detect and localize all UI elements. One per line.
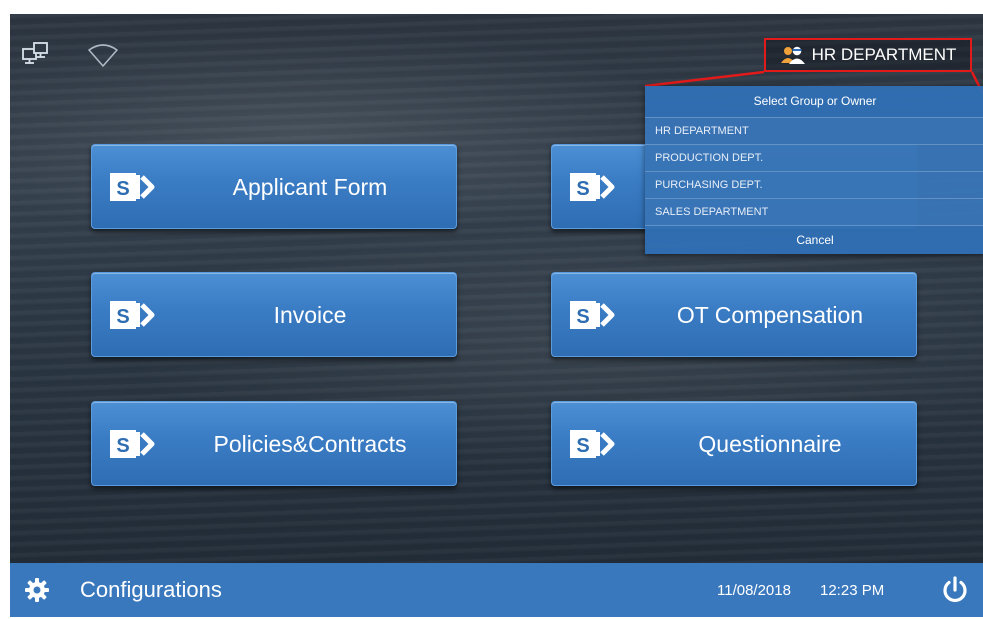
dropdown-item-purchasing-dept[interactable]: PURCHASING DEPT. — [645, 172, 983, 199]
tile-label: Policies&Contracts — [213, 431, 407, 457]
tile-policies-contracts[interactable]: S Policies&Contracts — [91, 401, 457, 486]
tile-invoice[interactable]: S Invoice — [91, 272, 457, 357]
tile-label: Invoice — [273, 302, 347, 328]
sharepoint-icon: S — [106, 424, 164, 464]
dropdown-item-hr-department[interactable]: HR DEPARTMENT — [645, 118, 983, 145]
group-selector-button[interactable]: HR DEPARTMENT — [764, 38, 972, 72]
sharepoint-icon: S — [106, 167, 164, 207]
group-owner-dropdown: Select Group or Owner HR DEPARTMENT PROD… — [645, 86, 983, 254]
group-selector-label: HR DEPARTMENT — [811, 45, 957, 64]
svg-text:S: S — [116, 435, 129, 457]
svg-text:S: S — [116, 178, 129, 200]
status-date: 11/08/2018 — [717, 582, 791, 599]
desktop-background: HR DEPARTMENT S Applicant Form S S Invoi… — [10, 14, 983, 617]
dropdown-cancel-button[interactable]: Cancel — [645, 226, 983, 254]
bottom-status-bar: Configurations 11/08/2018 12:23 PM — [10, 563, 983, 617]
tile-applicant-form[interactable]: S Applicant Form — [91, 144, 457, 229]
svg-text:S: S — [116, 306, 129, 328]
sharepoint-icon: S — [566, 424, 624, 464]
tile-label: Questionnaire — [698, 431, 842, 457]
wifi-icon[interactable] — [86, 40, 118, 70]
sharepoint-icon: S — [106, 295, 164, 335]
tile-label: OT Compensation — [676, 302, 864, 328]
dropdown-title: Select Group or Owner — [645, 86, 983, 118]
gear-icon[interactable] — [24, 577, 50, 603]
dropdown-item-sales-department[interactable]: SALES DEPARTMENT — [645, 199, 983, 226]
svg-text:S: S — [576, 178, 589, 200]
tile-questionnaire[interactable]: S Questionnaire — [551, 401, 917, 486]
configurations-link[interactable]: Configurations — [80, 563, 222, 617]
sharepoint-icon: S — [566, 167, 624, 207]
power-icon[interactable] — [940, 575, 970, 605]
status-time: 12:23 PM — [820, 582, 885, 599]
dropdown-item-production-dept[interactable]: PRODUCTION DEPT. — [645, 145, 983, 172]
svg-text:S: S — [576, 306, 589, 328]
network-computers-icon[interactable] — [20, 40, 50, 70]
tile-ot-compensation[interactable]: S OT Compensation — [551, 272, 917, 357]
sharepoint-icon: S — [566, 295, 624, 335]
tile-label: Applicant Form — [232, 174, 388, 200]
svg-text:S: S — [576, 435, 589, 457]
people-icon — [780, 45, 806, 65]
